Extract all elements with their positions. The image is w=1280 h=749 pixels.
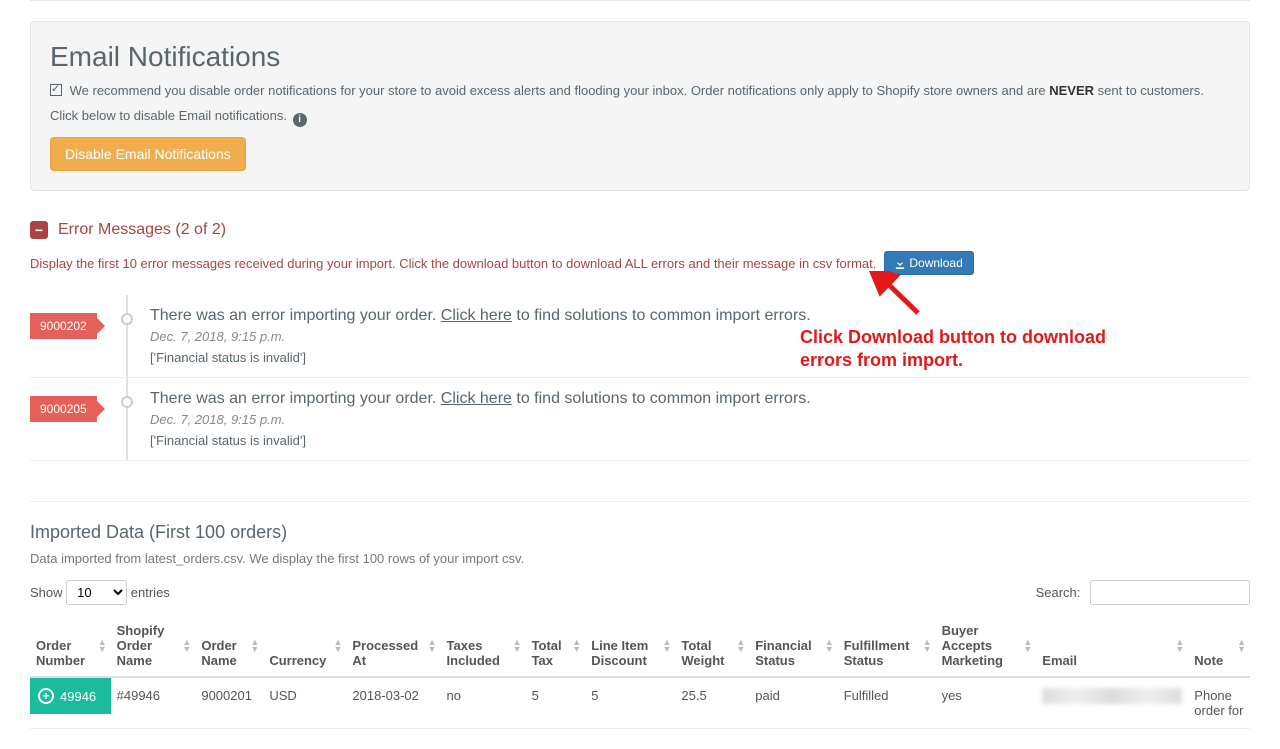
cell: no (441, 677, 526, 729)
imported-data-title: Imported Data (First 100 orders) (30, 501, 1250, 543)
error-date: Dec. 7, 2018, 9:15 p.m. (150, 412, 1250, 427)
collapse-icon[interactable]: − (30, 221, 48, 239)
page-size-select[interactable]: 10 (66, 580, 127, 605)
sort-icon: ▲▼ (572, 639, 581, 653)
expand-icon[interactable]: + (38, 688, 54, 704)
error-date: Dec. 7, 2018, 9:15 p.m. (150, 329, 1250, 344)
column-header[interactable]: Financial Status▲▼ (749, 615, 837, 677)
sort-icon: ▲▼ (333, 639, 342, 653)
email-notifications-title: Email Notifications (50, 41, 1230, 73)
error-messages-title: Error Messages (2 of 2) (58, 221, 226, 239)
disable-email-notifications-button[interactable]: Disable Email Notifications (50, 137, 246, 171)
sort-icon: ▲▼ (428, 639, 437, 653)
cell: 25.5 (675, 677, 749, 729)
column-header[interactable]: Buyer Accepts Marketing▲▼ (936, 615, 1037, 677)
sort-icon: ▲▼ (923, 639, 932, 653)
column-header[interactable]: Total Weight▲▼ (675, 615, 749, 677)
error-detail: ['Financial status is invalid'] (150, 350, 1250, 365)
sort-icon: ▲▼ (98, 639, 107, 653)
error-message-line: There was an error importing your order.… (150, 390, 1250, 408)
table-row: + 49946 #49946 9000201 USD 2018-03-02 no… (30, 677, 1250, 729)
column-header[interactable]: Processed At▲▼ (346, 615, 440, 677)
error-item: 9000202 There was an error importing you… (30, 295, 1250, 378)
error-timeline: 9000202 There was an error importing you… (30, 295, 1250, 461)
column-header[interactable]: Currency▲▼ (263, 615, 346, 677)
sort-icon: ▲▼ (182, 639, 191, 653)
column-header[interactable]: Note▲▼ (1188, 615, 1250, 677)
sort-icon: ▲▼ (513, 639, 522, 653)
search-control: Search: (1036, 580, 1250, 605)
sort-icon: ▲▼ (662, 639, 671, 653)
sort-icon: ▲▼ (825, 639, 834, 653)
error-message-line: There was an error importing your order.… (150, 307, 1250, 325)
column-header[interactable]: Taxes Included▲▼ (441, 615, 526, 677)
cell: paid (749, 677, 837, 729)
row-key-cell[interactable]: + 49946 (30, 678, 111, 714)
cell: Fulfilled (838, 677, 936, 729)
column-header[interactable]: Line Item Discount▲▼ (585, 615, 675, 677)
redacted-email (1042, 688, 1182, 704)
column-header[interactable]: Total Tax▲▼ (526, 615, 586, 677)
column-header[interactable]: Email▲▼ (1036, 615, 1188, 677)
cell: 5 (526, 677, 586, 729)
error-badge: 9000205 (30, 396, 97, 422)
email-notifications-recommend: We recommend you disable order notificat… (50, 83, 1230, 98)
email-notifications-instruction: Click below to disable Email notificatio… (50, 108, 1230, 127)
sort-icon: ▲▼ (1237, 639, 1246, 653)
column-header[interactable]: Order Number▲▼ (30, 615, 111, 677)
sort-icon: ▲▼ (1175, 639, 1184, 653)
check-icon (50, 84, 62, 96)
sort-icon: ▲▼ (1023, 639, 1032, 653)
sort-icon: ▲▼ (736, 639, 745, 653)
email-notifications-panel: Email Notifications We recommend you dis… (30, 21, 1250, 191)
error-messages-header: − Error Messages (2 of 2) (30, 221, 1250, 239)
timeline-dot-icon (121, 396, 133, 408)
cell: yes (936, 677, 1037, 729)
page-size-control: Show 10 entries (30, 580, 170, 605)
search-input[interactable] (1090, 580, 1250, 605)
column-header[interactable]: Fulfillment Status▲▼ (838, 615, 936, 677)
imported-data-subtitle: Data imported from latest_orders.csv. We… (30, 551, 1250, 566)
error-solution-link[interactable]: Click here (441, 390, 512, 407)
column-header[interactable]: Shopify Order Name▲▼ (111, 615, 196, 677)
error-item: 9000205 There was an error importing you… (30, 378, 1250, 461)
cell: #49946 (111, 677, 196, 729)
error-badge: 9000202 (30, 313, 97, 339)
timeline-dot-icon (121, 313, 133, 325)
cell: 9000201 (195, 677, 263, 729)
column-header[interactable]: Order Name▲▼ (195, 615, 263, 677)
info-icon[interactable]: i (293, 113, 307, 127)
imported-data-table: Order Number▲▼Shopify Order Name▲▼Order … (30, 615, 1250, 729)
download-icon (895, 258, 905, 268)
error-solution-link[interactable]: Click here (441, 307, 512, 324)
cell: 2018-03-02 (346, 677, 440, 729)
error-detail: ['Financial status is invalid'] (150, 433, 1250, 448)
error-messages-subtitle: Display the first 10 error messages rece… (30, 256, 876, 271)
cell: Phone order for (1188, 677, 1250, 729)
sort-icon: ▲▼ (250, 639, 259, 653)
cell: USD (263, 677, 346, 729)
cell-email (1036, 677, 1188, 729)
cell: 5 (585, 677, 675, 729)
